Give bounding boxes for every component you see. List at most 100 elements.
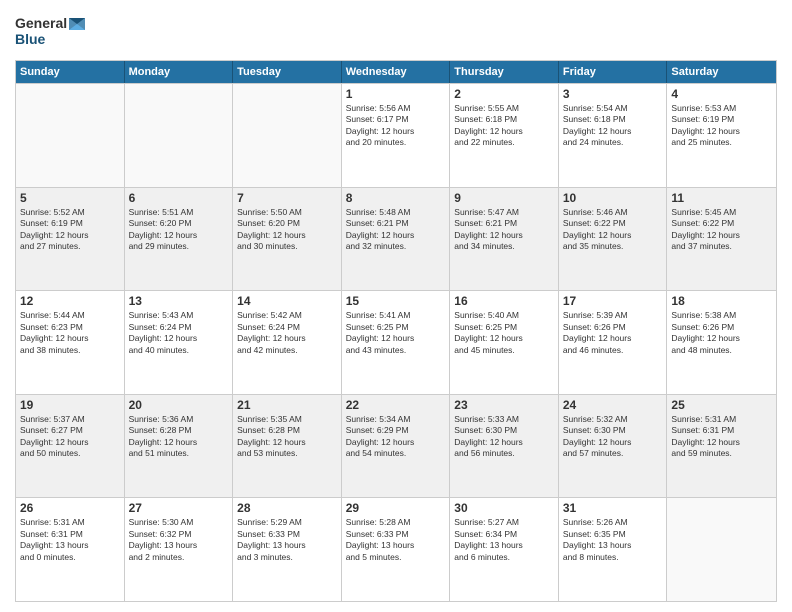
day-info: Sunrise: 5:50 AM Sunset: 6:20 PM Dayligh… [237, 207, 337, 253]
page: General Blue SundayMondayTuesdayWednesda… [0, 0, 792, 612]
cal-cell: 3Sunrise: 5:54 AM Sunset: 6:18 PM Daylig… [559, 84, 668, 187]
day-number: 23 [454, 398, 554, 412]
day-info: Sunrise: 5:40 AM Sunset: 6:25 PM Dayligh… [454, 310, 554, 356]
day-info: Sunrise: 5:43 AM Sunset: 6:24 PM Dayligh… [129, 310, 229, 356]
day-info: Sunrise: 5:45 AM Sunset: 6:22 PM Dayligh… [671, 207, 772, 253]
day-number: 29 [346, 501, 446, 515]
day-number: 15 [346, 294, 446, 308]
cal-cell: 11 Sunrise: 5:45 AM Sunset: 6:22 PM Dayli… [667, 188, 776, 291]
cal-cell: 24Sunrise: 5:32 AM Sunset: 6:30 PM Dayli… [559, 395, 668, 498]
day-number: 5 [20, 191, 120, 205]
day-info: Sunrise: 5:41 AM Sunset: 6:25 PM Dayligh… [346, 310, 446, 356]
cal-cell: 13Sunrise: 5:43 AM Sunset: 6:24 PM Dayli… [125, 291, 234, 394]
svg-text:Blue: Blue [15, 31, 46, 47]
cal-cell [125, 84, 234, 187]
day-number: 6 [129, 191, 229, 205]
header-day-tuesday: Tuesday [233, 61, 342, 83]
header-day-wednesday: Wednesday [342, 61, 451, 83]
header-day-thursday: Thursday [450, 61, 559, 83]
day-number: 25 [671, 398, 772, 412]
cal-cell: 29Sunrise: 5:28 AM Sunset: 6:33 PM Dayli… [342, 498, 451, 601]
cal-cell [233, 84, 342, 187]
day-info: Sunrise: 5:55 AM Sunset: 6:18 PM Dayligh… [454, 103, 554, 149]
day-number: 11 [671, 191, 772, 205]
cal-cell: 6 Sunrise: 5:51 AM Sunset: 6:20 PM Daylig… [125, 188, 234, 291]
week-row-4: 19 Sunrise: 5:37 AM Sunset: 6:27 PM Dayli… [16, 394, 776, 498]
cal-cell: 17 Sunrise: 5:39 AM Sunset: 6:26 PM Dayli… [559, 291, 668, 394]
day-info: Sunrise: 5:52 AM Sunset: 6:19 PM Dayligh… [20, 207, 120, 253]
day-info: Sunrise: 5:26 AM Sunset: 6:35 PM Dayligh… [563, 517, 663, 563]
cal-cell: 19 Sunrise: 5:37 AM Sunset: 6:27 PM Dayli… [16, 395, 125, 498]
day-info: Sunrise: 5:51 AM Sunset: 6:20 PM Dayligh… [129, 207, 229, 253]
day-info: Sunrise: 5:44 AM Sunset: 6:23 PM Dayligh… [20, 310, 120, 356]
cal-cell: 1 Sunrise: 5:56 AM Sunset: 6:17 PM Daylig… [342, 84, 451, 187]
day-number: 28 [237, 501, 337, 515]
day-info: Sunrise: 5:42 AM Sunset: 6:24 PM Dayligh… [237, 310, 337, 356]
cal-cell: 27 Sunrise: 5:30 AM Sunset: 6:32 PM Dayli… [125, 498, 234, 601]
day-info: Sunrise: 5:39 AM Sunset: 6:26 PM Dayligh… [563, 310, 663, 356]
day-number: 3 [563, 87, 663, 101]
day-info: Sunrise: 5:34 AM Sunset: 6:29 PM Dayligh… [346, 414, 446, 460]
day-number: 4 [671, 87, 772, 101]
day-number: 12 [20, 294, 120, 308]
day-info: Sunrise: 5:30 AM Sunset: 6:32 PM Dayligh… [129, 517, 229, 563]
cal-cell: 30Sunrise: 5:27 AM Sunset: 6:34 PM Dayli… [450, 498, 559, 601]
header-day-saturday: Saturday [667, 61, 776, 83]
header-day-sunday: Sunday [16, 61, 125, 83]
day-info: Sunrise: 5:35 AM Sunset: 6:28 PM Dayligh… [237, 414, 337, 460]
header-day-monday: Monday [125, 61, 234, 83]
day-info: Sunrise: 5:56 AM Sunset: 6:17 PM Dayligh… [346, 103, 446, 149]
day-number: 18 [671, 294, 772, 308]
calendar-header: SundayMondayTuesdayWednesdayThursdayFrid… [16, 61, 776, 83]
day-number: 17 [563, 294, 663, 308]
day-info: Sunrise: 5:37 AM Sunset: 6:27 PM Dayligh… [20, 414, 120, 460]
day-number: 21 [237, 398, 337, 412]
svg-text:General: General [15, 15, 67, 31]
cal-cell: 22Sunrise: 5:34 AM Sunset: 6:29 PM Dayli… [342, 395, 451, 498]
day-number: 10 [563, 191, 663, 205]
day-number: 19 [20, 398, 120, 412]
day-number: 14 [237, 294, 337, 308]
day-number: 31 [563, 501, 663, 515]
cal-cell: 18 Sunrise: 5:38 AM Sunset: 6:26 PM Dayli… [667, 291, 776, 394]
cal-cell: 4 Sunrise: 5:53 AM Sunset: 6:19 PM Daylig… [667, 84, 776, 187]
cal-cell [16, 84, 125, 187]
cal-cell: 26Sunrise: 5:31 AM Sunset: 6:31 PM Dayli… [16, 498, 125, 601]
day-info: Sunrise: 5:31 AM Sunset: 6:31 PM Dayligh… [671, 414, 772, 460]
day-info: Sunrise: 5:33 AM Sunset: 6:30 PM Dayligh… [454, 414, 554, 460]
cal-cell: 28 Sunrise: 5:29 AM Sunset: 6:33 PM Dayli… [233, 498, 342, 601]
cal-cell: 5 Sunrise: 5:52 AM Sunset: 6:19 PM Daylig… [16, 188, 125, 291]
cal-cell: 31 Sunrise: 5:26 AM Sunset: 6:35 PM Dayli… [559, 498, 668, 601]
day-number: 1 [346, 87, 446, 101]
cal-cell: 23 Sunrise: 5:33 AM Sunset: 6:30 PM Dayli… [450, 395, 559, 498]
day-number: 16 [454, 294, 554, 308]
logo: General Blue [15, 10, 105, 54]
day-number: 9 [454, 191, 554, 205]
day-number: 27 [129, 501, 229, 515]
day-info: Sunrise: 5:38 AM Sunset: 6:26 PM Dayligh… [671, 310, 772, 356]
day-info: Sunrise: 5:36 AM Sunset: 6:28 PM Dayligh… [129, 414, 229, 460]
calendar: SundayMondayTuesdayWednesdayThursdayFrid… [15, 60, 777, 602]
logo-svg: General Blue [15, 10, 105, 54]
day-info: Sunrise: 5:47 AM Sunset: 6:21 PM Dayligh… [454, 207, 554, 253]
day-number: 20 [129, 398, 229, 412]
cal-cell: 2Sunrise: 5:55 AM Sunset: 6:18 PM Daylig… [450, 84, 559, 187]
cal-cell: 8Sunrise: 5:48 AM Sunset: 6:21 PM Daylig… [342, 188, 451, 291]
cal-cell [667, 498, 776, 601]
cal-cell: 25 Sunrise: 5:31 AM Sunset: 6:31 PM Dayli… [667, 395, 776, 498]
header-day-friday: Friday [559, 61, 668, 83]
week-row-5: 26Sunrise: 5:31 AM Sunset: 6:31 PM Dayli… [16, 497, 776, 601]
day-info: Sunrise: 5:29 AM Sunset: 6:33 PM Dayligh… [237, 517, 337, 563]
cal-cell: 14 Sunrise: 5:42 AM Sunset: 6:24 PM Dayli… [233, 291, 342, 394]
cal-cell: 20 Sunrise: 5:36 AM Sunset: 6:28 PM Dayli… [125, 395, 234, 498]
day-info: Sunrise: 5:53 AM Sunset: 6:19 PM Dayligh… [671, 103, 772, 149]
cal-cell: 16 Sunrise: 5:40 AM Sunset: 6:25 PM Dayli… [450, 291, 559, 394]
day-number: 8 [346, 191, 446, 205]
week-row-1: 1 Sunrise: 5:56 AM Sunset: 6:17 PM Daylig… [16, 83, 776, 187]
cal-cell: 9 Sunrise: 5:47 AM Sunset: 6:21 PM Daylig… [450, 188, 559, 291]
cal-cell: 15 Sunrise: 5:41 AM Sunset: 6:25 PM Dayli… [342, 291, 451, 394]
cal-cell: 7Sunrise: 5:50 AM Sunset: 6:20 PM Daylig… [233, 188, 342, 291]
cal-cell: 12 Sunrise: 5:44 AM Sunset: 6:23 PM Dayli… [16, 291, 125, 394]
day-info: Sunrise: 5:27 AM Sunset: 6:34 PM Dayligh… [454, 517, 554, 563]
day-info: Sunrise: 5:32 AM Sunset: 6:30 PM Dayligh… [563, 414, 663, 460]
